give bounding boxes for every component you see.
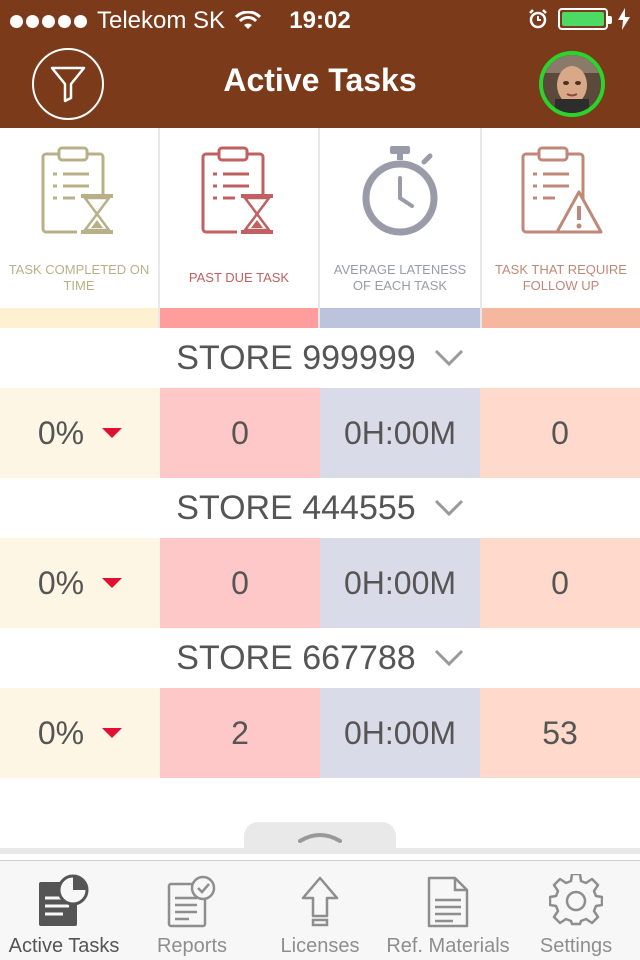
category-label: TASK COMPLETED ON TIME <box>8 262 150 293</box>
avg-lateness-cell: 0H:00M <box>320 388 480 478</box>
chevron-down-icon <box>434 499 463 517</box>
gear-icon <box>549 874 603 926</box>
trend-down-icon <box>102 728 123 738</box>
category-color-strip <box>160 308 318 328</box>
status-bar: Telekom SK 19:02 <box>0 0 640 40</box>
trend-down-icon <box>102 578 123 588</box>
ref-materials-icon <box>427 876 469 928</box>
store-name: STORE 999999 <box>176 338 416 377</box>
category-completed-on-time: TASK COMPLETED ON TIME <box>0 128 160 328</box>
trend-down-icon <box>102 428 123 438</box>
chevron-up-icon <box>298 833 342 843</box>
licenses-icon <box>301 876 339 927</box>
tab-ref-materials[interactable]: Ref. Materials <box>384 861 512 960</box>
completed-value: 0% <box>37 564 85 601</box>
bottom-tab-bar: Active Tasks Reports Licenses Ref. Mater… <box>0 860 640 960</box>
tab-label: Settings <box>539 935 613 957</box>
completed-on-time-cell: 0% <box>0 388 160 478</box>
clipboard-warning-icon <box>521 146 603 234</box>
category-label: TASK THAT REQUIRE FOLLOW UP <box>495 262 627 293</box>
store-header[interactable]: STORE 444555 <box>0 478 640 538</box>
category-label: PAST DUE TASK <box>188 270 290 285</box>
completed-on-time-cell: 0% <box>0 688 160 778</box>
completed-value: 0% <box>37 414 85 451</box>
store-list: STORE 999999 0% 0 0H:00M 0 STORE 444555 … <box>0 328 640 778</box>
completed-on-time-cell: 0% <box>0 538 160 628</box>
category-color-strip <box>0 308 158 328</box>
store-stats-row: 0% 0 0H:00M 0 <box>0 388 640 478</box>
follow-up-cell: 0 <box>480 538 640 628</box>
battery-icon <box>558 8 612 30</box>
tab-label: Licenses <box>280 935 360 957</box>
avg-lateness-cell: 0H:00M <box>320 688 480 778</box>
follow-up-cell: 53 <box>480 688 640 778</box>
header-bar: Telekom SK 19:02 Active Tasks <box>0 0 640 128</box>
tab-label: Ref. Materials <box>386 935 510 957</box>
category-past-due: PAST DUE TASK <box>160 128 320 328</box>
store-header[interactable]: STORE 999999 <box>0 328 640 388</box>
category-follow-up: TASK THAT REQUIRE FOLLOW UP <box>482 128 640 328</box>
store-name: STORE 444555 <box>176 488 416 527</box>
stopwatch-icon <box>362 146 438 236</box>
tab-label: Reports <box>156 935 228 957</box>
store-name: STORE 667788 <box>176 638 416 677</box>
past-due-cell: 2 <box>160 688 320 778</box>
clipboard-hourglass-icon <box>201 146 275 234</box>
tab-active-tasks[interactable]: Active Tasks <box>0 861 128 960</box>
chevron-down-icon <box>434 649 463 667</box>
chevron-down-icon <box>434 349 463 367</box>
reports-icon <box>167 875 216 928</box>
completed-value: 0% <box>37 714 85 751</box>
alarm-icon <box>529 9 547 29</box>
charging-icon <box>618 8 630 30</box>
past-due-cell: 0 <box>160 388 320 478</box>
past-due-cell: 0 <box>160 538 320 628</box>
avatar[interactable] <box>539 51 605 117</box>
category-label: AVERAGE LATENESS OF EACH TASK <box>333 262 467 293</box>
category-color-strip <box>320 308 480 328</box>
clipboard-hourglass-icon <box>41 146 115 234</box>
store-stats-row: 0% 2 0H:00M 53 <box>0 688 640 778</box>
tab-licenses[interactable]: Licenses <box>256 861 384 960</box>
category-header-row: TASK COMPLETED ON TIME PAST DUE TASK AVE… <box>0 128 640 328</box>
store-stats-row: 0% 0 0H:00M 0 <box>0 538 640 628</box>
avg-lateness-cell: 0H:00M <box>320 538 480 628</box>
follow-up-cell: 0 <box>480 388 640 478</box>
tab-reports[interactable]: Reports <box>128 861 256 960</box>
tab-label: Active Tasks <box>8 935 120 957</box>
pull-up-handle[interactable] <box>244 822 396 852</box>
category-color-strip <box>482 308 640 328</box>
avatar-photo <box>543 55 601 113</box>
store-header[interactable]: STORE 667788 <box>0 628 640 688</box>
tab-settings[interactable]: Settings <box>512 861 640 960</box>
app-screen: Telekom SK 19:02 Active Tasks TASK COMPL… <box>0 0 640 960</box>
status-right <box>528 8 630 30</box>
active-tasks-icon <box>39 874 89 926</box>
category-average-lateness: AVERAGE LATENESS OF EACH TASK <box>320 128 482 328</box>
